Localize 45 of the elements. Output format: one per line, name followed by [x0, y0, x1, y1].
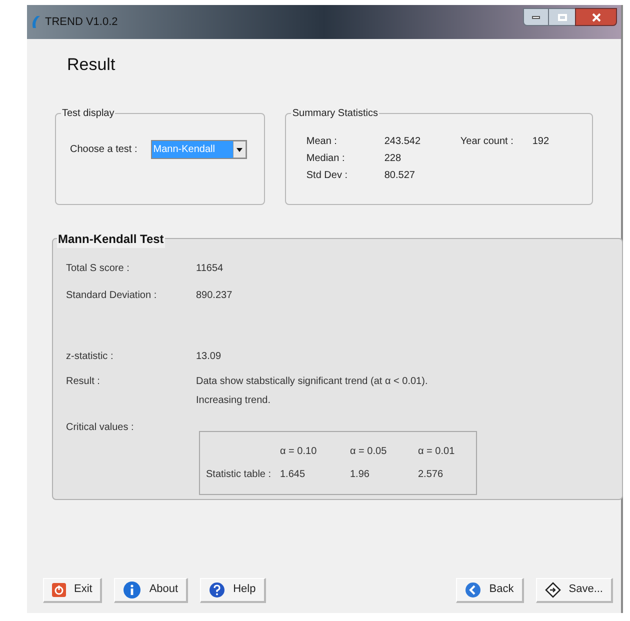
result-value: 13.09 — [196, 350, 222, 364]
power-icon — [52, 582, 66, 596]
field-label: Choose a test : — [70, 142, 138, 156]
toolbar-button[interactable]: Exit — [43, 578, 102, 602]
dropdown-arrow-icon — [233, 140, 246, 158]
table-cell-text: 2.576 — [418, 468, 444, 482]
toolbar-button[interactable]: About — [114, 578, 188, 602]
toolbar-button[interactable]: Save... — [536, 578, 613, 602]
minimize-button[interactable] — [523, 8, 549, 26]
maximize-button[interactable] — [549, 8, 575, 26]
result-value: 890.237 — [196, 288, 232, 302]
close-button[interactable] — [575, 8, 617, 26]
row-label: Statistic table : — [206, 468, 272, 482]
info-icon — [123, 580, 142, 598]
help-icon — [209, 582, 226, 598]
group-title: Test display — [61, 106, 116, 120]
result-label: Total S score : — [66, 262, 130, 276]
stat-value: 243.542 — [384, 134, 422, 148]
stat-value: 192 — [532, 134, 550, 148]
result-text: Data show stabstically significant trend (at α < 0.01). — [196, 374, 428, 388]
column-header: α = 0.10 — [280, 444, 318, 458]
result-label: Result : — [66, 374, 101, 388]
stat-value: 80.527 — [384, 168, 416, 182]
table-cell-text: 1.645 — [280, 468, 306, 482]
group-title: Summary Statistics — [291, 106, 379, 120]
result-label: z-statistic : — [66, 350, 114, 364]
toolbar-button[interactable]: Back — [456, 578, 524, 602]
diamond-arrow-icon — [544, 582, 561, 598]
toolbar-button[interactable]: Help — [200, 578, 266, 602]
result-label: Standard Deviation : — [66, 288, 158, 302]
stat-label: Year count : — [460, 134, 514, 148]
result-label: Critical values : — [66, 420, 135, 434]
window-title: TREND V1.0.2 — [45, 14, 118, 30]
result-text: Increasing trend. — [196, 394, 272, 408]
stat-label: Mean : — [306, 134, 338, 148]
stat-label: Std Dev : — [306, 168, 349, 182]
page-heading: Result — [67, 54, 116, 76]
close-icon — [592, 12, 600, 22]
app-logo-icon — [31, 15, 41, 29]
column-header: α = 0.05 — [350, 444, 388, 458]
stat-label: Median : — [306, 152, 346, 166]
stat-value: 228 — [384, 152, 402, 166]
result-value: 11654 — [196, 262, 224, 276]
column-header: α = 0.01 — [418, 444, 456, 458]
table-cell-text: 1.96 — [350, 468, 370, 482]
